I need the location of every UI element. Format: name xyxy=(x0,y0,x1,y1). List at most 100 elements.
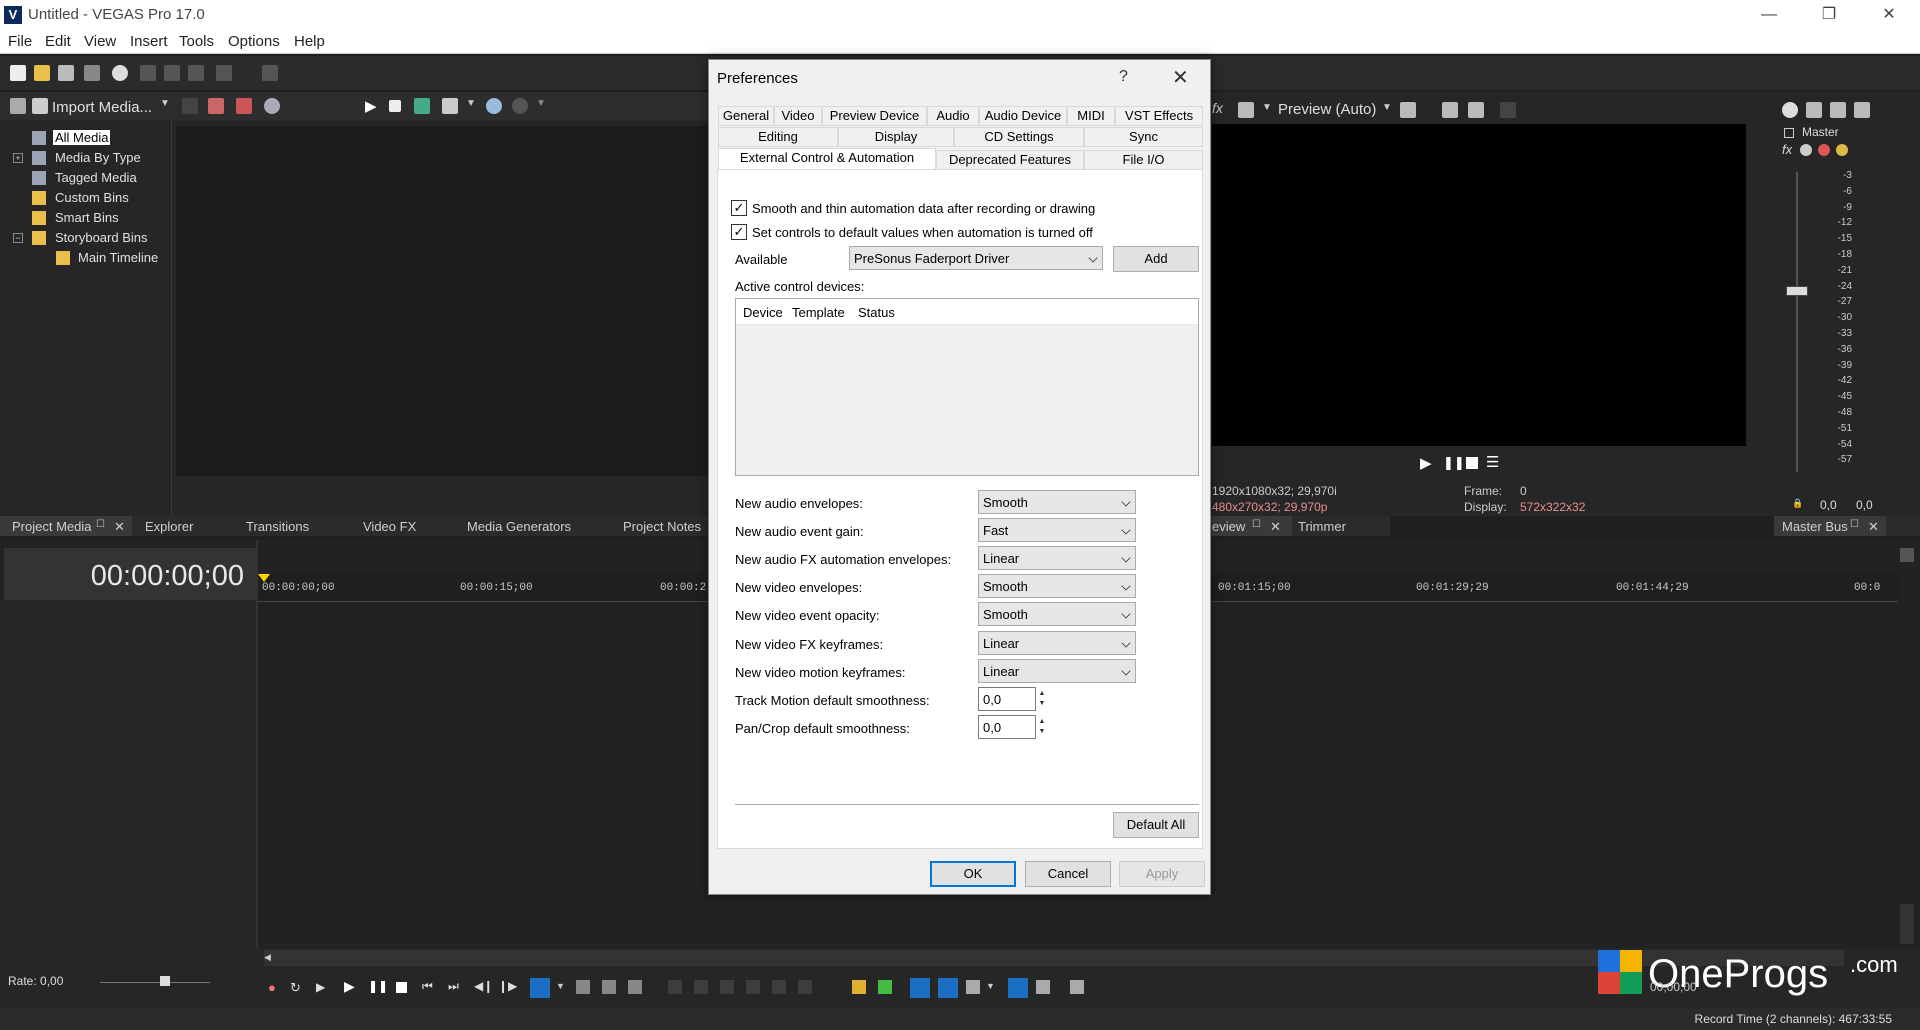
default-controls-checkbox[interactable]: ✓ xyxy=(731,224,747,240)
rate-slider-handle[interactable] xyxy=(160,976,170,986)
collapse-icon[interactable]: − xyxy=(13,233,23,243)
save-snapshot-icon[interactable] xyxy=(1468,102,1484,118)
menu-file[interactable]: File xyxy=(8,33,32,50)
auto-crossfade-icon[interactable] xyxy=(1008,978,1028,998)
pan-crop-smoothness-input[interactable]: 0,0 ▲ ▼ xyxy=(978,715,1045,739)
video-envelopes-select[interactable]: Smooth xyxy=(978,574,1136,598)
transport-play-icon[interactable]: ▶ xyxy=(344,978,355,995)
envelope-tool-icon[interactable] xyxy=(576,980,590,994)
spin-up-icon[interactable]: ▲ xyxy=(1037,717,1047,727)
selection-tool-icon[interactable] xyxy=(602,980,616,994)
zoom-tool-icon[interactable] xyxy=(628,980,642,994)
apply-button[interactable]: Apply xyxy=(1119,861,1205,887)
undock-icon[interactable]: ☐ xyxy=(96,519,105,530)
undock-icon[interactable]: ☐ xyxy=(1252,519,1261,530)
tab-media-generators[interactable]: Media Generators xyxy=(467,519,571,534)
edit-tool-dropdown-icon[interactable]: ▼ xyxy=(556,981,565,991)
copy-snapshot-icon[interactable] xyxy=(1442,102,1458,118)
audio-fx-envelopes-select[interactable]: Linear xyxy=(978,546,1136,570)
tab-video-preview[interactable]: eview ☐ ✕ xyxy=(1210,516,1292,536)
spin-down-icon[interactable]: ▼ xyxy=(1037,699,1047,709)
paste-icon[interactable] xyxy=(188,65,204,81)
auto-ripple-icon[interactable] xyxy=(938,978,958,998)
mixer-gear-icon[interactable] xyxy=(1782,102,1798,118)
search-icon[interactable] xyxy=(486,98,502,114)
cut-icon[interactable] xyxy=(140,65,156,81)
snapping-icon[interactable] xyxy=(910,978,930,998)
play-from-start-icon[interactable]: ▶ xyxy=(316,980,325,994)
import-media-button[interactable]: Import Media... xyxy=(52,99,152,116)
save-as-icon[interactable] xyxy=(84,65,100,81)
menu-help[interactable]: Help xyxy=(294,33,325,50)
default-all-button[interactable]: Default All xyxy=(1113,812,1199,838)
media-tags-icon[interactable] xyxy=(264,98,280,114)
close-tab-icon[interactable]: ✕ xyxy=(1270,519,1281,535)
vertical-zoom-scrollbar[interactable] xyxy=(1900,904,1914,944)
get-media-icon[interactable] xyxy=(208,98,224,114)
preview-quality[interactable]: Preview (Auto) xyxy=(1278,101,1376,118)
undock-icon[interactable]: ☐ xyxy=(1850,519,1859,530)
spin-up-icon[interactable]: ▲ xyxy=(1037,689,1047,699)
import-dropdown-icon[interactable]: ▼ xyxy=(160,98,170,109)
loop-icon[interactable]: ↻ xyxy=(290,980,301,996)
copy-icon[interactable] xyxy=(164,65,180,81)
refresh-icon[interactable] xyxy=(512,98,528,114)
preview-stop-icon[interactable] xyxy=(1466,457,1478,469)
video-event-opacity-select[interactable]: Smooth xyxy=(978,602,1136,626)
preview-mode-icon[interactable] xyxy=(1238,102,1254,118)
fx-icon[interactable]: fx xyxy=(1212,100,1223,116)
mixer-faders-icon[interactable] xyxy=(1854,102,1870,118)
tab-vst-effects[interactable]: VST Effects xyxy=(1115,106,1203,126)
normal-edit-tool-icon[interactable] xyxy=(530,978,550,998)
maximize-button[interactable]: ❐ xyxy=(1806,2,1852,28)
play-icon[interactable]: ▶ xyxy=(365,97,377,115)
rate-slider[interactable] xyxy=(100,982,210,983)
help-button[interactable]: ? xyxy=(1119,68,1128,86)
views-dropdown-icon[interactable]: ▼ xyxy=(466,98,476,109)
preview-menu-icon[interactable]: ☰ xyxy=(1486,453,1499,471)
video-motion-keyframes-select[interactable]: Linear xyxy=(978,659,1136,683)
ok-button[interactable]: OK xyxy=(930,861,1016,887)
tab-trimmer[interactable]: Trimmer xyxy=(1298,519,1346,534)
tab-project-media[interactable]: Project Media ☐ ✕ xyxy=(0,516,132,536)
tab-transitions[interactable]: Transitions xyxy=(246,519,309,534)
timeline-corner-icon[interactable] xyxy=(1900,548,1914,562)
track-list-area[interactable] xyxy=(0,600,256,950)
audio-event-gain-select[interactable]: Fast xyxy=(978,518,1136,542)
tab-display[interactable]: Display xyxy=(838,127,954,147)
available-device-select[interactable]: PreSonus Faderport Driver xyxy=(849,246,1103,270)
active-devices-list[interactable]: Device Template Status xyxy=(735,298,1199,476)
master-fx-icon[interactable]: fx xyxy=(1782,142,1792,157)
cancel-button[interactable]: Cancel xyxy=(1025,861,1111,887)
new-project-icon[interactable] xyxy=(10,65,26,81)
master-solo-icon[interactable] xyxy=(1836,144,1848,156)
smooth-automation-checkbox[interactable]: ✓ xyxy=(731,200,747,216)
view-icon[interactable] xyxy=(10,98,26,114)
tab-sync[interactable]: Sync xyxy=(1084,127,1203,147)
preview-play-icon[interactable]: ▶ xyxy=(1420,454,1432,472)
transport-stop-icon[interactable] xyxy=(396,982,407,993)
master-fader-handle[interactable] xyxy=(1786,286,1808,296)
search-dropdown-icon[interactable]: ▼ xyxy=(536,98,546,109)
go-to-start-icon[interactable]: ⏮ xyxy=(422,979,433,994)
tab-audio-device[interactable]: Audio Device xyxy=(979,106,1067,126)
split-screen-icon[interactable] xyxy=(1500,102,1516,118)
tab-deprecated-features[interactable]: Deprecated Features xyxy=(936,150,1084,170)
stop-icon[interactable] xyxy=(389,100,401,112)
lock-icon[interactable]: 🔒 xyxy=(1792,498,1803,509)
track-motion-smoothness-input[interactable]: 0,0 ▲ ▼ xyxy=(978,687,1045,711)
master-bus-icon[interactable] xyxy=(1800,144,1812,156)
import-media-icon[interactable] xyxy=(32,98,48,114)
transport-pause-icon[interactable]: ❚❚ xyxy=(368,979,388,993)
tab-external-control-automation[interactable]: External Control & Automation xyxy=(718,148,936,170)
playhead-marker-icon[interactable] xyxy=(258,574,270,582)
mixer-insert-icon[interactable] xyxy=(1806,102,1822,118)
previous-frame-icon[interactable]: ◀❙ xyxy=(474,979,493,993)
save-icon[interactable] xyxy=(58,65,74,81)
menu-view[interactable]: View xyxy=(84,33,116,50)
menu-tools[interactable]: Tools xyxy=(179,33,214,50)
close-tab-icon[interactable]: ✕ xyxy=(1868,519,1879,535)
menu-options[interactable]: Options xyxy=(228,33,280,50)
scroll-left-icon[interactable]: ◀ xyxy=(264,952,271,963)
minimize-button[interactable]: — xyxy=(1746,2,1792,28)
